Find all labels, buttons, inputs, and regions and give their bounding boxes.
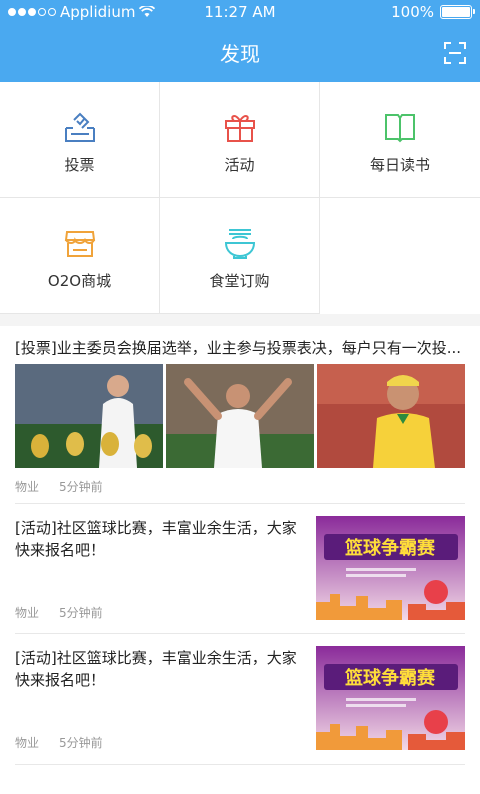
article-time: 5分钟前 (59, 606, 103, 620)
battery-info: 100% (391, 3, 475, 21)
list-divider (15, 633, 465, 634)
feature-canteen-order[interactable]: 食堂订购 (160, 198, 320, 314)
banner-title: 篮球争霸赛 (344, 667, 436, 689)
article-banner: 篮球争霸赛 (316, 516, 465, 620)
top-bar: Applidium 11:27 AM 100% 发现 (0, 0, 480, 82)
article-meta: 物业 5分钟前 (15, 604, 103, 621)
section-separator (0, 314, 480, 326)
gift-icon (224, 115, 255, 142)
feature-o2o-mall[interactable]: O2O商城 (0, 198, 160, 314)
article-photo (317, 364, 465, 468)
article-source: 物业 (15, 480, 40, 494)
list-divider (15, 764, 465, 765)
article-meta: 物业 5分钟前 (15, 478, 103, 495)
list-divider (15, 503, 465, 504)
store-icon (64, 231, 95, 257)
article-title: [活动]社区篮球比赛，丰富业余生活，大家快来报名吧！ (15, 649, 297, 689)
article-source: 物业 (15, 736, 40, 750)
feature-label: 每日读书 (369, 156, 430, 174)
battery-percent: 100% (391, 3, 434, 21)
article-photo (15, 364, 163, 468)
book-icon (385, 114, 415, 143)
article-title: [活动]社区篮球比赛，丰富业余生活，大家快来报名吧！ (15, 519, 297, 559)
article-banner: 篮球争霸赛 (316, 646, 465, 750)
vote-icon (64, 112, 95, 142)
feature-label: 食堂订购 (209, 272, 270, 290)
feature-label: O2O商城 (47, 272, 112, 290)
article-meta: 物业 5分钟前 (15, 734, 103, 751)
banner-title: 篮球争霸赛 (344, 537, 436, 559)
status-bar: Applidium 11:27 AM 100% (0, 0, 480, 26)
feature-activity[interactable]: 活动 (160, 82, 320, 198)
scan-icon[interactable] (444, 42, 466, 64)
feature-vote[interactable]: 投票 (0, 82, 160, 198)
article-photo (166, 364, 314, 468)
article-time: 5分钟前 (59, 480, 103, 494)
bowl-icon (224, 229, 255, 259)
feature-label: 活动 (224, 156, 255, 174)
feature-daily-reading[interactable]: 每日读书 (320, 82, 480, 198)
battery-icon (440, 5, 475, 19)
article-time: 5分钟前 (59, 736, 103, 750)
page-title: 发现 (220, 42, 260, 66)
feature-label: 投票 (64, 156, 95, 174)
article-title: [投票]业主委员会换届选举，业主参与投票表决，每户只有一次投... (15, 339, 462, 357)
article-source: 物业 (15, 606, 40, 620)
